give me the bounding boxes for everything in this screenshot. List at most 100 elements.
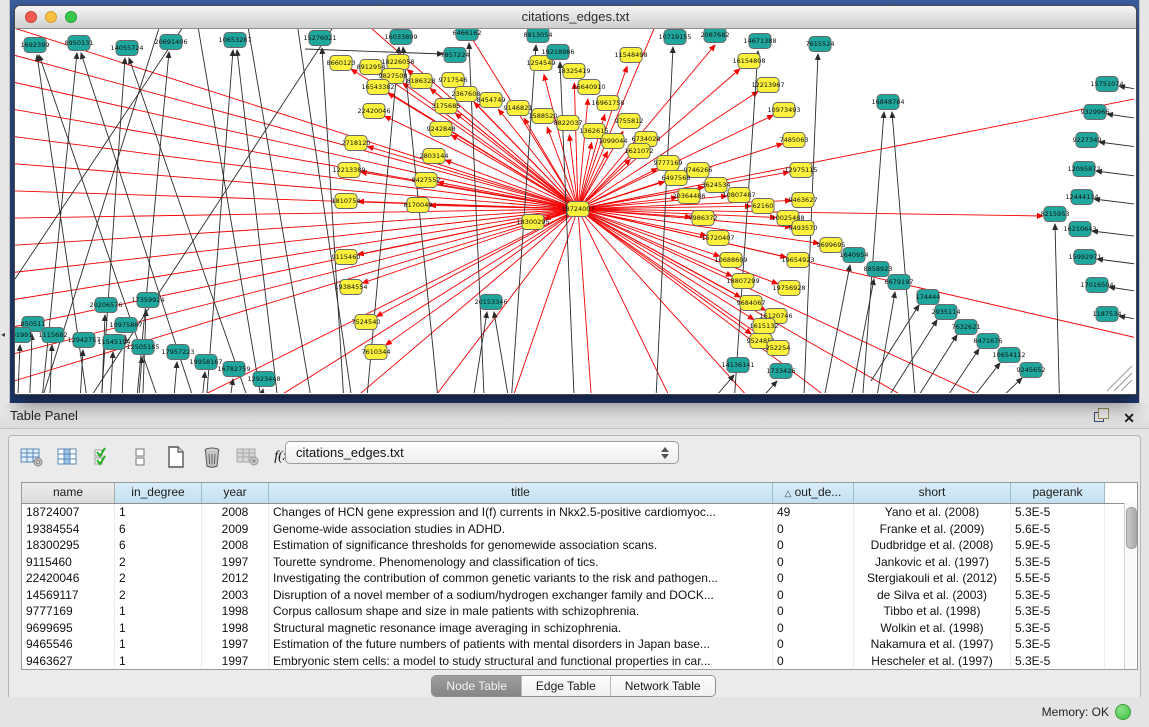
graph-node[interactable]: 1810754 bbox=[332, 194, 361, 209]
graph-node[interactable]: 15276021 bbox=[303, 31, 336, 46]
graph-node[interactable]: 9463627 bbox=[789, 193, 818, 208]
graph-node[interactable]: 12095872 bbox=[1067, 162, 1100, 177]
graph-node[interactable]: 20691406 bbox=[154, 35, 187, 50]
graph-node[interactable]: 7986372 bbox=[689, 211, 718, 226]
graph-node[interactable]: 8471676 bbox=[974, 334, 1003, 349]
table-mode-icon[interactable] bbox=[19, 444, 45, 470]
graph-node[interactable]: 9684067 bbox=[737, 296, 766, 311]
float-panel-icon[interactable] bbox=[1094, 408, 1109, 423]
graph-node[interactable]: 1621072 bbox=[625, 144, 654, 159]
graph-node[interactable]: 2935114 bbox=[932, 305, 961, 320]
graph-node[interactable]: 16033809 bbox=[384, 30, 417, 45]
graph-node[interactable]: 3175685 bbox=[432, 99, 461, 114]
graph-node[interactable]: 15751074 bbox=[1090, 77, 1123, 92]
graph-node[interactable]: 10807487 bbox=[722, 188, 755, 203]
graph-node[interactable]: 15992971 bbox=[1068, 250, 1101, 265]
graph-node[interactable]: 7485063 bbox=[780, 133, 809, 148]
graph-node[interactable]: 7524540 bbox=[352, 315, 381, 330]
left-collapse-strip[interactable]: ◂ bbox=[0, 0, 10, 403]
graph-node[interactable]: 391991 bbox=[15, 328, 32, 343]
graph-node[interactable]: 8427552 bbox=[412, 173, 441, 188]
graph-node[interactable]: 11548498 bbox=[614, 48, 647, 63]
memory-status-icon[interactable] bbox=[1115, 704, 1131, 720]
table-row[interactable]: 1872400712008Changes of HCN gene express… bbox=[22, 504, 1137, 521]
tab-network-table[interactable]: Network Table bbox=[610, 676, 715, 696]
graph-node[interactable]: 2803144 bbox=[420, 149, 449, 164]
graph-node[interactable]: 20364486 bbox=[672, 189, 705, 204]
table-scrollbar[interactable] bbox=[1124, 503, 1137, 669]
network-window-titlebar[interactable]: citations_edges.txt bbox=[15, 6, 1136, 29]
column-header-name[interactable]: name bbox=[22, 483, 115, 503]
graph-node[interactable]: 6497568 bbox=[662, 171, 691, 186]
table-selector-dropdown[interactable]: citations_edges.txt bbox=[285, 441, 679, 464]
graph-node[interactable]: 8813054 bbox=[524, 29, 553, 43]
graph-node[interactable]: 1692399 bbox=[21, 38, 50, 53]
graph-node[interactable]: 14136141 bbox=[721, 358, 754, 373]
graph-node[interactable]: 12213389 bbox=[332, 163, 365, 178]
column-header-pagerank[interactable]: pagerank bbox=[1011, 483, 1105, 503]
zoom-button[interactable] bbox=[65, 11, 77, 23]
graph-node[interactable]: 9717546 bbox=[439, 73, 468, 88]
column-header-short[interactable]: short bbox=[854, 483, 1011, 503]
graph-node[interactable]: 12942757 bbox=[67, 333, 100, 348]
close-panel-icon[interactable]: ✕ bbox=[1123, 406, 1135, 431]
graph-node[interactable]: 9493570 bbox=[789, 221, 818, 236]
table-row[interactable]: 969969511998Structural magnetic resonanc… bbox=[22, 620, 1137, 637]
graph-node[interactable]: 16961758 bbox=[591, 96, 624, 111]
graph-node[interactable]: 10653287 bbox=[218, 33, 251, 48]
table-row[interactable]: 1830029562008Estimation of significance … bbox=[22, 537, 1137, 554]
graph-node[interactable]: 1115682 bbox=[39, 328, 68, 343]
row-operations-icon[interactable] bbox=[127, 444, 153, 470]
table-row[interactable]: 2242004622012Investigating the contribut… bbox=[22, 570, 1137, 587]
graph-node[interactable]: 9115460 bbox=[332, 250, 361, 265]
scrollbar-thumb[interactable] bbox=[1126, 507, 1137, 549]
graph-node[interactable]: 10654112 bbox=[992, 348, 1025, 363]
select-visible-columns-icon[interactable] bbox=[91, 444, 117, 470]
table-row[interactable]: 946362711997Embryonic stem cells: a mode… bbox=[22, 653, 1137, 670]
graph-node[interactable]: 10975887 bbox=[109, 318, 142, 333]
graph-node[interactable]: 1733426 bbox=[767, 364, 796, 379]
graph-node[interactable]: 9755812 bbox=[615, 114, 644, 129]
close-button[interactable] bbox=[25, 11, 37, 23]
column-header-out_de[interactable]: △out_de... bbox=[773, 483, 854, 503]
graph-node[interactable]: 18226058 bbox=[381, 55, 414, 70]
column-header-title[interactable]: title bbox=[269, 483, 773, 503]
graph-node[interactable]: 8822037 bbox=[554, 116, 583, 131]
graph-node[interactable]: 12444134 bbox=[1065, 190, 1098, 205]
delete-table-icon[interactable] bbox=[199, 444, 225, 470]
minimize-button[interactable] bbox=[45, 11, 57, 23]
graph-node[interactable]: 7610344 bbox=[362, 345, 391, 360]
graph-node[interactable]: 16210643 bbox=[1063, 222, 1096, 237]
graph-node[interactable]: 14055724 bbox=[110, 41, 143, 56]
graph-node[interactable]: 17016504 bbox=[1080, 278, 1113, 293]
graph-node[interactable]: 7632621 bbox=[952, 320, 981, 335]
column-header-year[interactable]: year bbox=[202, 483, 269, 503]
graph-node[interactable]: 8950131 bbox=[65, 36, 94, 51]
graph-node[interactable]: 8186328 bbox=[407, 74, 436, 89]
table-row[interactable]: 1456911722003Disruption of a novel membe… bbox=[22, 587, 1137, 604]
graph-node[interactable]: 8215953 bbox=[1041, 207, 1070, 222]
graph-node[interactable]: 9242848 bbox=[427, 122, 456, 137]
graph-node[interactable]: 2718120 bbox=[342, 136, 371, 151]
table-row[interactable]: 1938455462009Genome-wide association stu… bbox=[22, 521, 1137, 538]
graph-node[interactable]: 16848784 bbox=[871, 95, 904, 110]
graph-node[interactable]: 7615524 bbox=[806, 37, 835, 52]
table-row[interactable]: 911546021997Tourette syndrome. Phenomeno… bbox=[22, 554, 1137, 571]
graph-node[interactable]: 174444 bbox=[916, 290, 941, 305]
graph-node[interactable]: 18325419 bbox=[557, 64, 590, 79]
tab-edge-table[interactable]: Edge Table bbox=[521, 676, 610, 696]
graph-node[interactable]: 1640954 bbox=[840, 248, 869, 263]
import-table-icon[interactable] bbox=[235, 444, 261, 470]
graph-node[interactable]: 8660123 bbox=[327, 56, 356, 71]
graph-node[interactable]: 62160 bbox=[752, 199, 774, 214]
tab-node-table[interactable]: Node Table bbox=[432, 676, 521, 696]
right-collapse-strip[interactable] bbox=[1139, 0, 1149, 403]
graph-node[interactable]: 1615132 bbox=[750, 319, 779, 334]
graph-node[interactable]: 10688609 bbox=[714, 253, 747, 268]
graph-node[interactable]: 16154808 bbox=[732, 54, 765, 69]
graph-node[interactable]: 8170049 bbox=[404, 198, 433, 213]
graph-node[interactable]: 12505185 bbox=[126, 340, 159, 355]
resize-grip-icon[interactable] bbox=[1107, 366, 1132, 391]
graph-node[interactable]: 6466162 bbox=[453, 29, 482, 41]
table-row[interactable]: 946554611997Estimation of the future num… bbox=[22, 636, 1137, 653]
